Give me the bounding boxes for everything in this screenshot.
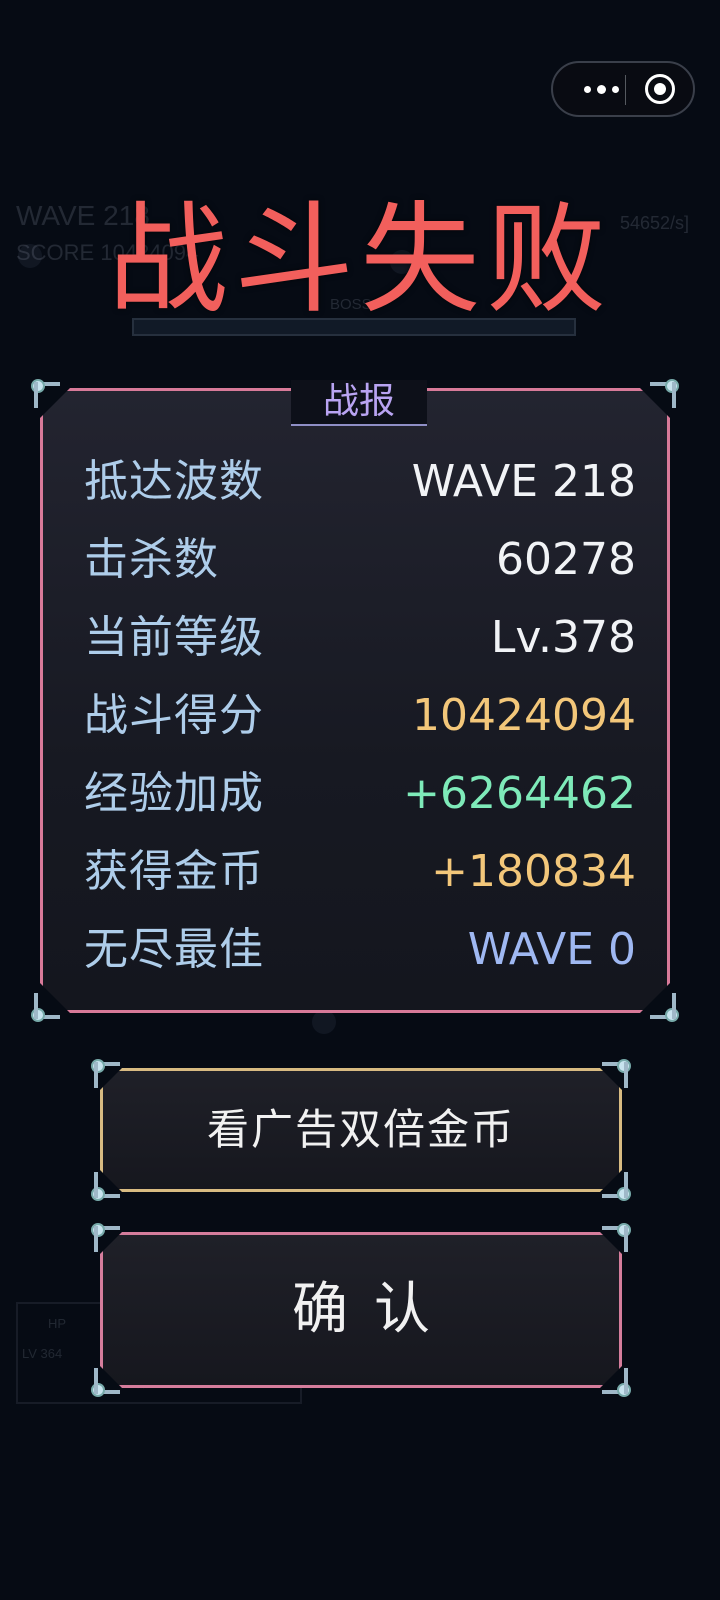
stat-value: 60278 bbox=[496, 534, 636, 585]
stat-label: 无尽最佳 bbox=[84, 924, 264, 975]
stat-label: 抵达波数 bbox=[84, 456, 264, 507]
watch-ad-button-label: 看广告双倍金币 bbox=[206, 1105, 515, 1154]
more-dots-icon[interactable] bbox=[573, 63, 629, 115]
stat-row-exp: 经验加成 +6264462 bbox=[84, 764, 636, 824]
capsule-divider bbox=[625, 75, 626, 105]
bg-particle bbox=[312, 1010, 336, 1034]
confirm-button[interactable]: 确认 bbox=[100, 1232, 622, 1388]
battle-report-tag: 战报 bbox=[291, 380, 427, 426]
stat-value: +6264462 bbox=[403, 768, 636, 819]
watch-ad-double-gold-button[interactable]: 看广告双倍金币 bbox=[100, 1068, 622, 1192]
miniprogram-capsule bbox=[551, 61, 695, 117]
stat-label: 获得金币 bbox=[84, 846, 264, 897]
bg-hp-label: HP bbox=[48, 1316, 67, 1331]
battle-failed-title: 战斗失败 bbox=[108, 191, 612, 330]
stat-value: 10424094 bbox=[412, 690, 636, 741]
stat-value: WAVE 218 bbox=[411, 456, 636, 507]
stat-label: 战斗得分 bbox=[84, 690, 264, 741]
target-circle-icon[interactable] bbox=[645, 74, 675, 104]
stat-value: WAVE 0 bbox=[467, 924, 636, 975]
confirm-button-label: 确认 bbox=[292, 1277, 456, 1342]
stat-row-kills: 击杀数 60278 bbox=[84, 530, 636, 590]
stat-label: 经验加成 bbox=[84, 768, 264, 819]
stat-value: Lv.378 bbox=[490, 612, 636, 663]
stat-label: 当前等级 bbox=[84, 612, 264, 663]
stat-row-wave: 抵达波数 WAVE 218 bbox=[84, 452, 636, 512]
bg-level-label: LV 364 bbox=[22, 1346, 63, 1361]
stat-row-gold: 获得金币 +180834 bbox=[84, 842, 636, 902]
stat-row-endless-best: 无尽最佳 WAVE 0 bbox=[84, 920, 636, 980]
stat-row-level: 当前等级 Lv.378 bbox=[84, 608, 636, 668]
stat-label: 击杀数 bbox=[84, 534, 219, 585]
stat-row-score: 战斗得分 10424094 bbox=[84, 686, 636, 746]
stat-value: +180834 bbox=[431, 846, 636, 897]
